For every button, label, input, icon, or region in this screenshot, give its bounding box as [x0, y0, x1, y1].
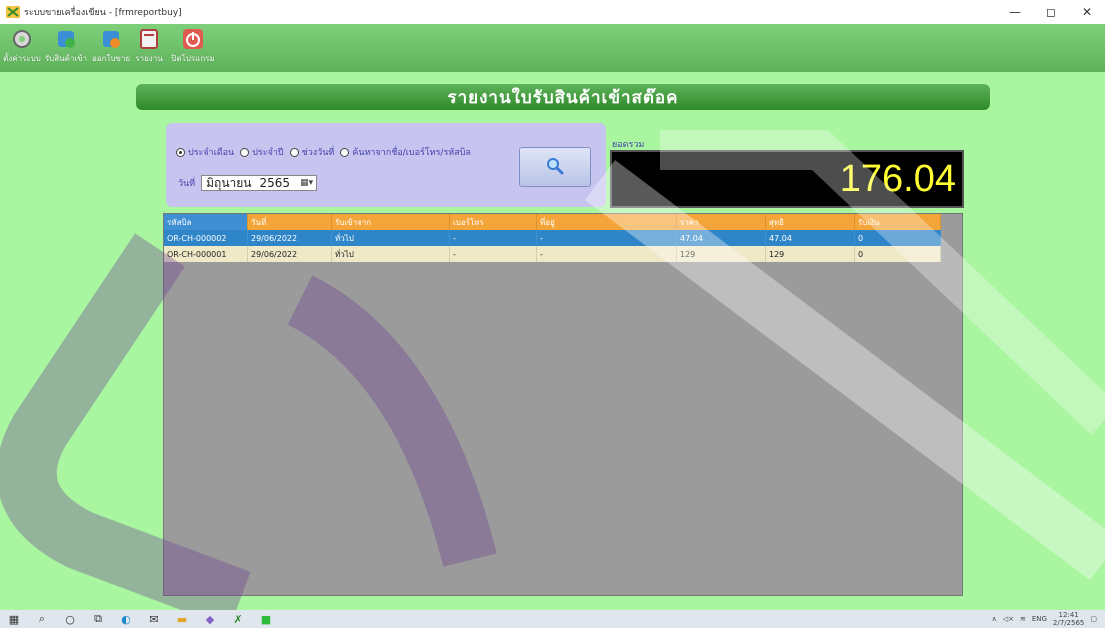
cell-price: 129 — [677, 246, 766, 262]
radio-dot — [176, 147, 185, 157]
system-tray: ∧ ◁× ≋ ENG 12:41 2/7/2565 ▢ — [992, 610, 1097, 628]
radio-yearly[interactable]: ประจำปี — [240, 145, 284, 159]
report-grid: รหัสบิล วันที่ รับเข้าจาก เบอร์โทร ที่อย… — [163, 213, 963, 596]
task-view-icon[interactable]: ⧉ — [84, 610, 112, 628]
column-header-bill-id[interactable]: รหัสบิล — [164, 214, 248, 230]
minimize-button[interactable]: — — [997, 0, 1033, 24]
cell-paid: 0 — [855, 230, 941, 246]
column-header-net[interactable]: สุทธิ — [766, 214, 855, 230]
total-display: 176.04 — [610, 150, 964, 208]
column-header-phone[interactable]: เบอร์โทร — [450, 214, 537, 230]
filter-options: ประจำเดือน ประจำปี ช่วงวันที่ ค้นหาจากชื… — [176, 145, 471, 159]
cell-address: - — [537, 230, 677, 246]
cell-received-from: ทั่วไป — [332, 246, 450, 262]
column-header-received-from[interactable]: รับเข้าจาก — [332, 214, 450, 230]
cell-net: 47.04 — [766, 230, 855, 246]
month-value: มิถุนายน — [206, 175, 252, 190]
toolbar-report-button[interactable]: รายงาน — [132, 24, 166, 72]
table-row[interactable]: OR-CH-000001 29/06/2022 ทั่วไป - - 129 1… — [164, 246, 962, 262]
page-title: รายงานใบรับสินค้าเข้าสต๊อค — [447, 87, 679, 108]
cell-bill-id: OR-CH-000002 — [164, 230, 248, 246]
tray-chevron-icon[interactable]: ∧ — [992, 615, 997, 623]
line-icon[interactable]: ■ — [252, 610, 280, 628]
radio-yearly-label: ประจำปี — [252, 148, 284, 158]
radio-monthly-label: ประจำเดือน — [188, 148, 235, 158]
month-picker[interactable]: มิถุนายน 2565 ▦▾ — [201, 175, 318, 191]
search-button[interactable] — [519, 147, 591, 187]
cell-phone: - — [450, 246, 537, 262]
toolbar-exit-label: ปิดโปรแกรม — [171, 54, 215, 63]
toolbar-receive-label: รับสินค้าเข้า — [44, 54, 88, 63]
start-icon[interactable]: ▦ — [0, 610, 28, 628]
radio-dot — [240, 147, 250, 157]
column-header-paid[interactable]: รับเงิน — [855, 214, 941, 230]
clock-time: 12:41 — [1058, 611, 1079, 619]
wifi-icon[interactable]: ≋ — [1020, 615, 1026, 623]
table-row[interactable]: OR-CH-000002 29/06/2022 ทั่วไป - - 47.04… — [164, 230, 962, 246]
toolbar-exit-button[interactable]: ปิดโปรแกรม — [168, 24, 218, 72]
gear-icon — [11, 28, 33, 50]
toolbar-report-label: รายงาน — [135, 54, 163, 63]
toolbar: ตั้งค่าระบบ รับสินค้าเข้า ออกใบขาย รายงา… — [0, 24, 1105, 72]
cell-paid: 0 — [855, 246, 941, 262]
column-header-address[interactable]: ที่อยู่ — [537, 214, 677, 230]
toolbar-settings-button[interactable]: ตั้งค่าระบบ — [3, 24, 41, 72]
calendar-dropdown-icon[interactable]: ▦▾ — [300, 178, 313, 188]
app-taskbar-icon[interactable]: ✗ — [224, 610, 252, 628]
cell-date: 29/06/2022 — [248, 230, 332, 246]
toolbar-sales-button[interactable]: ออกใบขาย — [92, 24, 130, 72]
power-icon — [182, 28, 204, 50]
maximize-button[interactable]: ◻ — [1033, 0, 1069, 24]
radio-date-range[interactable]: ช่วงวันที่ — [289, 145, 335, 159]
column-header-price[interactable]: ราคา — [677, 214, 766, 230]
cell-address: - — [537, 246, 677, 262]
cell-net: 129 — [766, 246, 855, 262]
radio-monthly[interactable]: ประจำเดือน — [176, 145, 234, 159]
taskbar: ▦ ⌕ ○ ⧉ ◐ ✉ ▬ ◆ ✗ ■ ∧ ◁× ≋ ENG 12:41 2/7… — [0, 610, 1105, 628]
year-value: 2565 — [259, 176, 291, 190]
cell-phone: - — [450, 230, 537, 246]
visual-studio-icon[interactable]: ◆ — [196, 610, 224, 628]
edge-icon[interactable]: ◐ — [112, 610, 140, 628]
radio-dot — [289, 147, 299, 157]
report-header: รายงานใบรับสินค้าเข้าสต๊อค — [136, 84, 990, 110]
total-label: ยอดรวม — [612, 140, 645, 150]
clock-date: 2/7/2565 — [1052, 619, 1085, 627]
app-icon — [6, 6, 20, 18]
radio-dot — [340, 147, 350, 157]
cell-received-from: ทั่วไป — [332, 230, 450, 246]
grid-header-row: รหัสบิล วันที่ รับเข้าจาก เบอร์โทร ที่อย… — [164, 214, 962, 230]
speaker-icon[interactable]: ◁× — [1003, 615, 1014, 623]
mail-icon[interactable]: ✉ — [140, 610, 168, 628]
date-label: วันที่ — [178, 179, 196, 189]
magnifier-icon — [545, 156, 565, 179]
report-icon — [138, 28, 160, 50]
receive-goods-icon — [55, 28, 77, 50]
filter-panel: ประจำเดือน ประจำปี ช่วงวันที่ ค้นหาจากชื… — [166, 123, 606, 207]
title-bar: ระบบขายเครื่องเขียน - [frmreportbuy] — ◻… — [0, 0, 1105, 24]
column-header-date[interactable]: วันที่ — [248, 214, 332, 230]
clock[interactable]: 12:41 2/7/2565 — [1053, 611, 1084, 627]
radio-search-label: ค้นหาจากชื่อ/เบอร์โทร/รหัสบิล — [352, 148, 471, 158]
language-indicator[interactable]: ENG — [1032, 615, 1047, 623]
close-button[interactable]: ✕ — [1069, 0, 1105, 24]
search-icon[interactable]: ⌕ — [28, 610, 56, 628]
cortana-icon[interactable]: ○ — [56, 610, 84, 628]
toolbar-settings-label: ตั้งค่าระบบ — [3, 54, 41, 63]
window-title: ระบบขายเครื่องเขียน - [frmreportbuy] — [24, 8, 182, 18]
cell-bill-id: OR-CH-000001 — [164, 246, 248, 262]
cell-price: 47.04 — [677, 230, 766, 246]
radio-date-range-label: ช่วงวันที่ — [301, 148, 335, 158]
toolbar-sales-label: ออกใบขาย — [91, 54, 131, 63]
notification-icon[interactable]: ▢ — [1090, 615, 1097, 623]
radio-search[interactable]: ค้นหาจากชื่อ/เบอร์โทร/รหัสบิล — [340, 145, 471, 159]
date-row: วันที่ มิถุนายน 2565 ▦▾ — [178, 175, 318, 191]
total-value: 176.04 — [839, 157, 956, 200]
sales-bill-icon — [100, 28, 122, 50]
cell-date: 29/06/2022 — [248, 246, 332, 262]
file-explorer-icon[interactable]: ▬ — [168, 610, 196, 628]
toolbar-receive-button[interactable]: รับสินค้าเข้า — [44, 24, 88, 72]
